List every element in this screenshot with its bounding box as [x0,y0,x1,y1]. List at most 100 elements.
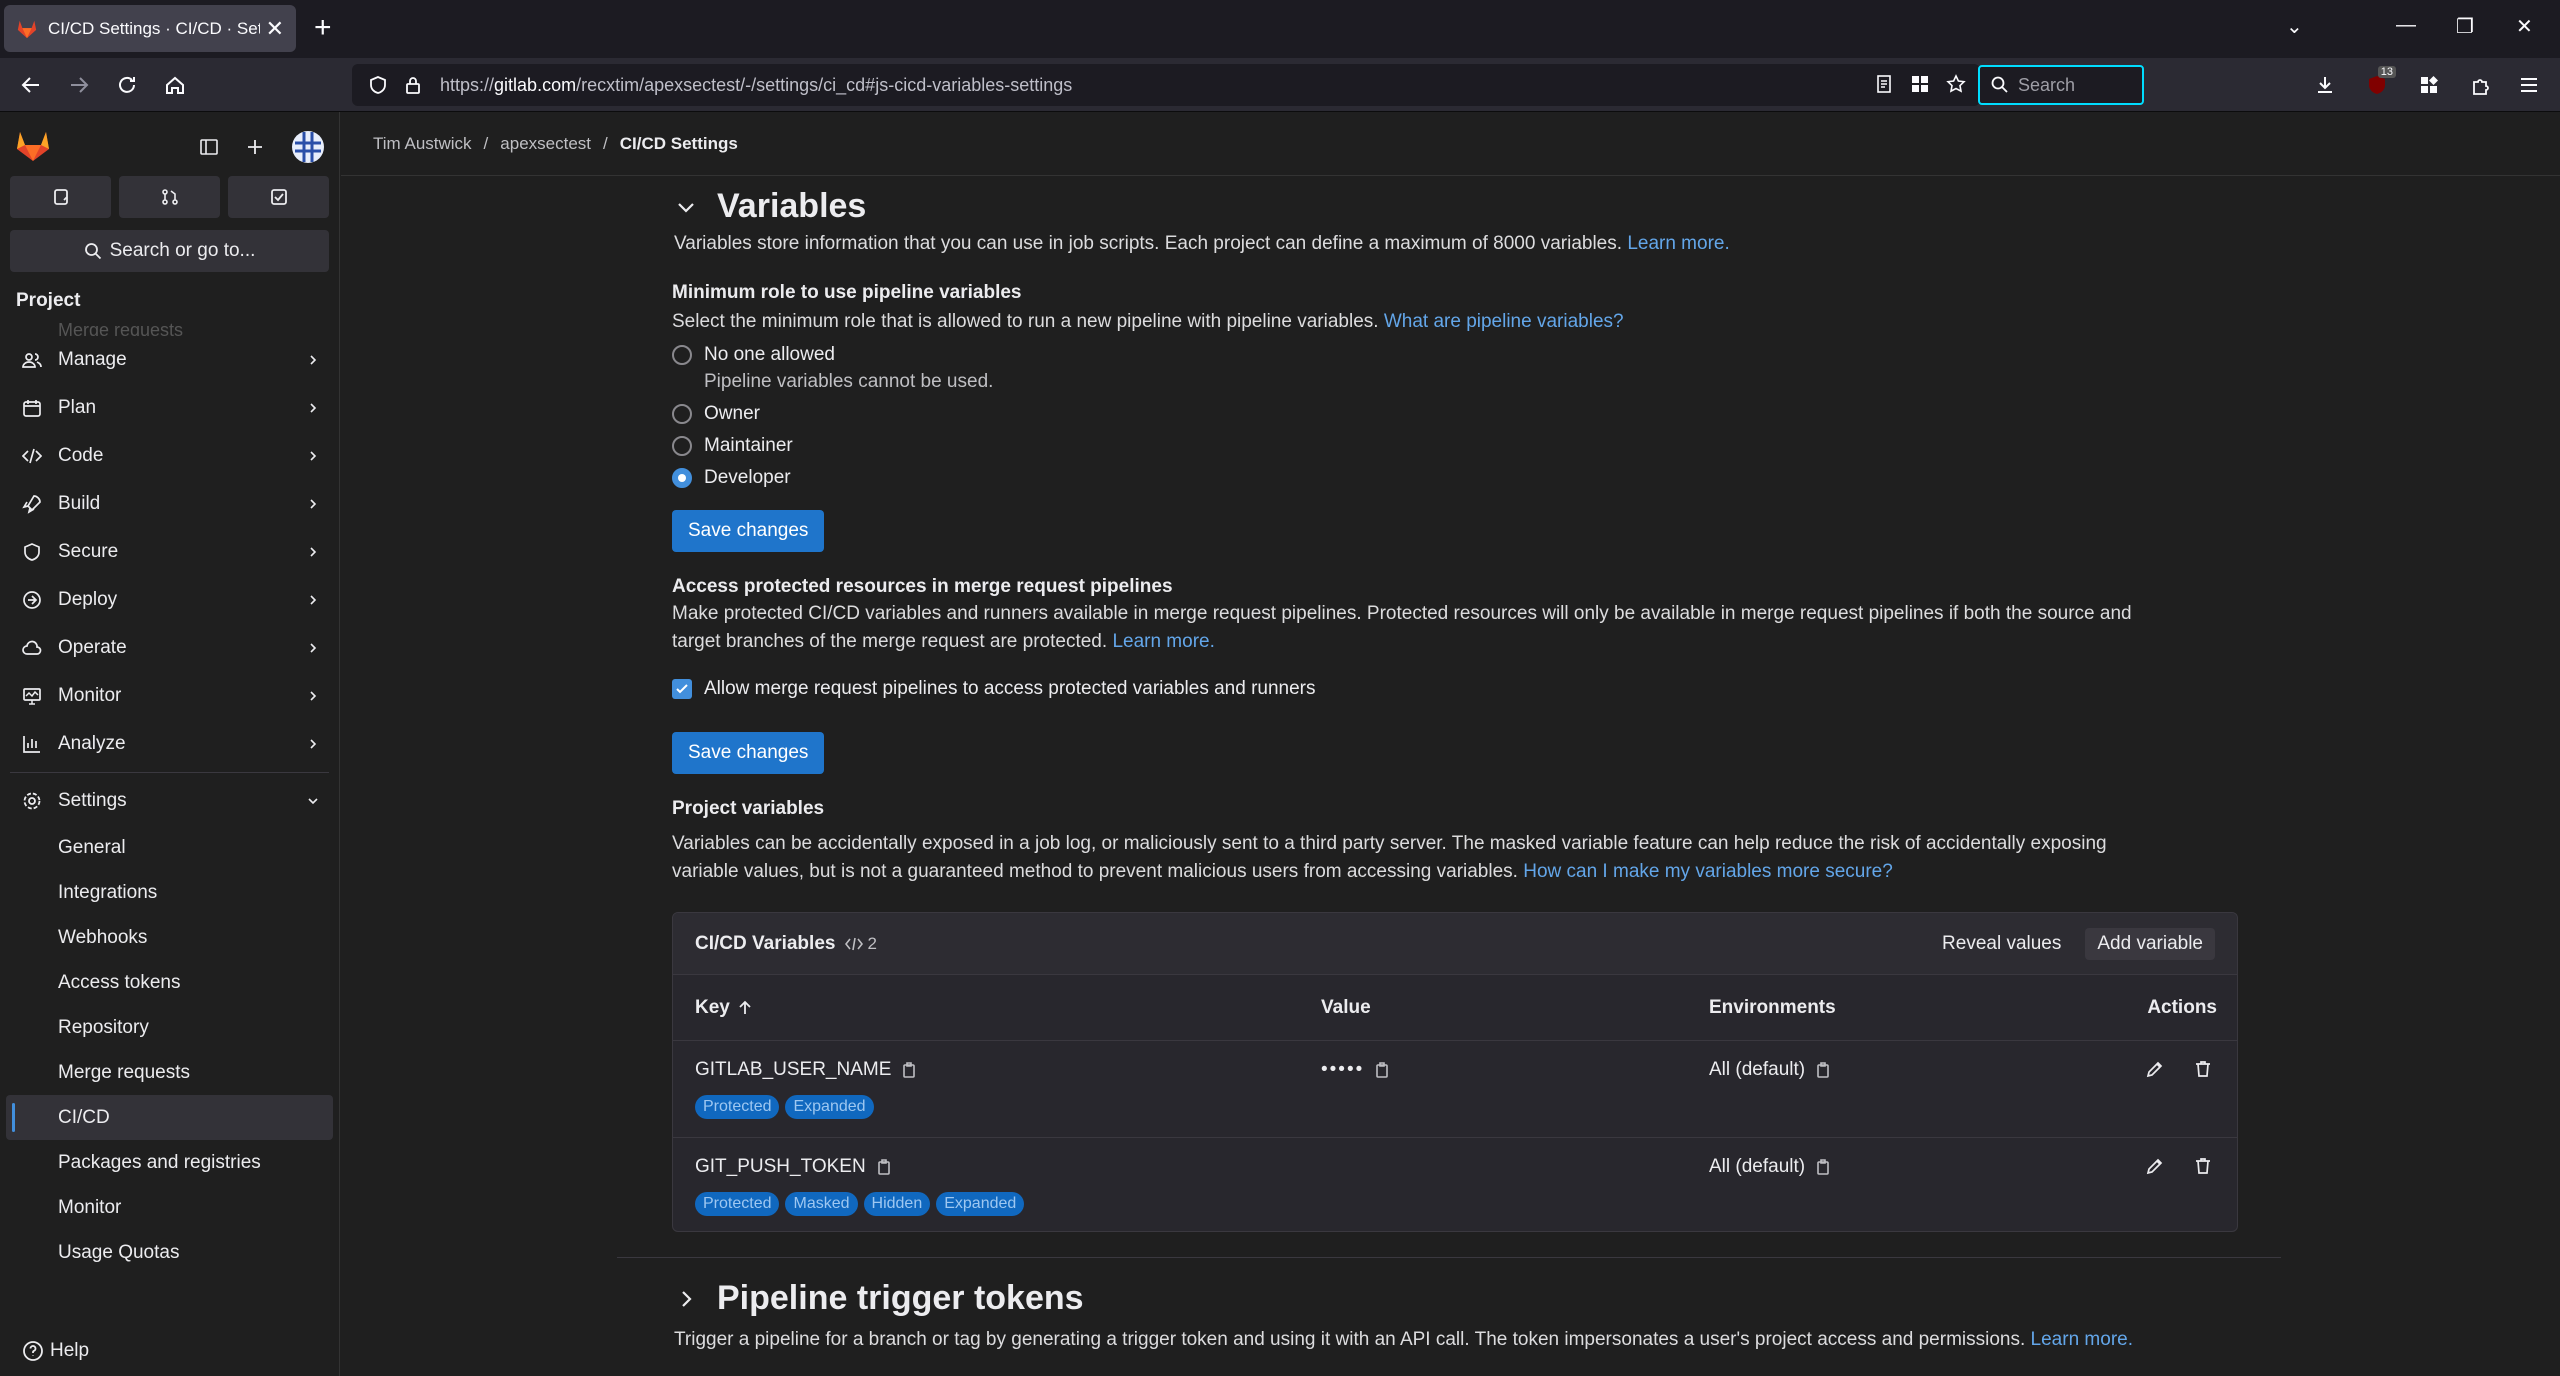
url-text[interactable]: https://gitlab.com/recxtim/apexsectest/-… [440,75,1072,96]
sidebar-subitem-packages-and-registries[interactable]: Packages and registries [0,1140,339,1185]
trash-icon[interactable] [2193,1059,2213,1079]
sidebar-subitem-merge-requests[interactable]: Merge requests [0,1050,339,1095]
new-item-icon[interactable] [245,137,265,157]
chevron-right-icon[interactable] [675,1288,697,1310]
url-bar[interactable]: https://gitlab.com/recxtim/apexsectest/-… [352,64,1980,106]
search-or-go-button[interactable]: Search or go to... [10,230,329,272]
sidebar-item-analyze[interactable]: Analyze [0,720,339,768]
reveal-values-button[interactable]: Reveal values [1942,933,2061,955]
sidebar-subitem-ci-cd[interactable]: CI/CD [6,1095,333,1140]
min-role-label: Minimum role to use pipeline variables [672,282,1022,303]
sidebar-item-deploy[interactable]: Deploy [0,576,339,624]
checkbox-checked-icon[interactable] [672,679,692,699]
copy-icon[interactable] [1815,1158,1831,1176]
save-changes-button[interactable]: Save changes [672,510,825,552]
pencil-icon[interactable] [2145,1156,2165,1176]
add-variable-button[interactable]: Add variable [2085,927,2215,960]
pipeline-variables-link[interactable]: What are pipeline variables? [1384,311,1624,332]
grid-icon[interactable] [1910,74,1930,94]
issues-shortcut-button[interactable] [10,176,111,218]
minimize-icon[interactable]: — [2396,14,2416,37]
radio-developer[interactable]: Developer [672,467,791,489]
back-icon[interactable] [16,70,46,100]
sidebar-subitem-repository[interactable]: Repository [0,1005,339,1050]
restore-icon[interactable]: ❐ [2456,14,2474,39]
trigger-tokens-section-header[interactable]: Pipeline trigger tokens [631,1279,1084,1318]
browser-search-input[interactable]: Search [1978,65,2144,105]
secure-variables-link[interactable]: How can I make my variables more secure? [1523,861,1893,882]
puzzle-icon[interactable] [2466,70,2496,100]
pencil-icon[interactable] [2145,1059,2165,1079]
trash-icon[interactable] [2193,1156,2213,1176]
sidebar-subitem-integrations[interactable]: Integrations [0,870,339,915]
radio-owner[interactable]: Owner [672,403,760,425]
search-icon [84,243,101,260]
learn-more-link[interactable]: Learn more. [1112,631,1214,652]
radio-no-one-allowed[interactable]: No one allowed [672,344,835,366]
sort-ascending-icon [739,1000,751,1014]
sidebar-item-settings[interactable]: Settings [0,777,339,825]
deploy-icon [20,590,44,610]
tab-list-icon[interactable]: ⌄ [2286,14,2303,39]
breadcrumb-user[interactable]: Tim Austwick [373,134,472,154]
merge-requests-shortcut-button[interactable] [119,176,220,218]
save-changes-button-2[interactable]: Save changes [672,732,825,774]
close-tab-icon[interactable]: ✕ [266,16,284,42]
home-icon[interactable] [160,70,190,100]
lock-icon[interactable] [404,75,422,95]
allow-mr-pipelines-checkbox[interactable]: Allow merge request pipelines to access … [672,678,1316,700]
sidebar-item-build[interactable]: Build [0,480,339,528]
reader-view-icon[interactable] [1874,74,1894,94]
new-tab-icon[interactable]: + [314,13,332,43]
section-title: Pipeline trigger tokens [717,1279,1084,1317]
sidebar-toggle-icon[interactable] [199,137,219,157]
ublock-icon[interactable]: 13 [2362,66,2396,100]
key-column-header[interactable]: Key [695,997,752,1019]
breadcrumb-project[interactable]: apexsectest [500,134,591,154]
gitlab-logo-icon[interactable] [16,130,50,162]
sidebar-subitem-general[interactable]: General [0,825,339,870]
help-button[interactable]: Help [22,1340,89,1362]
breadcrumb-current[interactable]: CI/CD Settings [620,134,738,154]
variable-badge: Hidden [863,1192,931,1216]
todos-shortcut-button[interactable] [228,176,329,218]
copy-icon[interactable] [1815,1061,1831,1079]
avatar[interactable] [291,130,325,164]
radio-maintainer[interactable]: Maintainer [672,435,793,457]
sidebar-subitem-access-tokens[interactable]: Access tokens [0,960,339,1005]
sidebar-subitem-usage-quotas[interactable]: Usage Quotas [0,1230,339,1275]
sidebar-item-monitor[interactable]: Monitor [0,672,339,720]
variable-badge: Protected [695,1095,780,1119]
sidebar-item-operate[interactable]: Operate [0,624,339,672]
sidebar-item-plan[interactable]: Plan [0,384,339,432]
bookmark-star-icon[interactable] [1946,74,1966,94]
learn-more-link[interactable]: Learn more. [1627,233,1729,254]
chevron-right-icon [307,594,319,606]
download-icon[interactable] [2310,70,2340,100]
forward-icon[interactable] [64,70,94,100]
copy-icon[interactable] [876,1158,892,1176]
variables-section-header[interactable]: Variables [631,187,866,226]
menu-icon[interactable] [2514,70,2544,100]
copy-icon[interactable] [901,1061,917,1079]
sidebar-item-code[interactable]: Code [0,432,339,480]
shield-icon[interactable] [368,75,388,95]
sidebar-item-secure[interactable]: Secure [0,528,339,576]
copy-icon[interactable] [1374,1061,1390,1079]
extensions-grid-icon[interactable] [2414,70,2444,100]
sidebar-subitem-monitor[interactable]: Monitor [0,1185,339,1230]
browser-tab[interactable]: CI/CD Settings · CI/CD · Settings ✕ [4,5,296,52]
chevron-down-icon[interactable] [675,196,697,218]
sidebar-item-merge-requests-faded[interactable]: Merge requests [0,320,339,336]
learn-more-link[interactable]: Learn more. [2031,1329,2133,1350]
extension-badge: 13 [2377,66,2396,78]
sidebar-item-manage[interactable]: Manage [0,336,339,384]
min-role-description: Select the minimum role that is allowed … [672,311,1624,332]
chevron-right-icon [307,450,319,462]
browser-navbar: https://gitlab.com/recxtim/apexsectest/-… [0,58,2560,112]
close-window-icon[interactable]: ✕ [2516,14,2533,39]
code-icon [20,446,44,466]
sidebar-subitem-webhooks[interactable]: Webhooks [0,915,339,960]
reload-icon[interactable] [112,70,142,100]
variable-badge: Expanded [936,1192,1025,1216]
